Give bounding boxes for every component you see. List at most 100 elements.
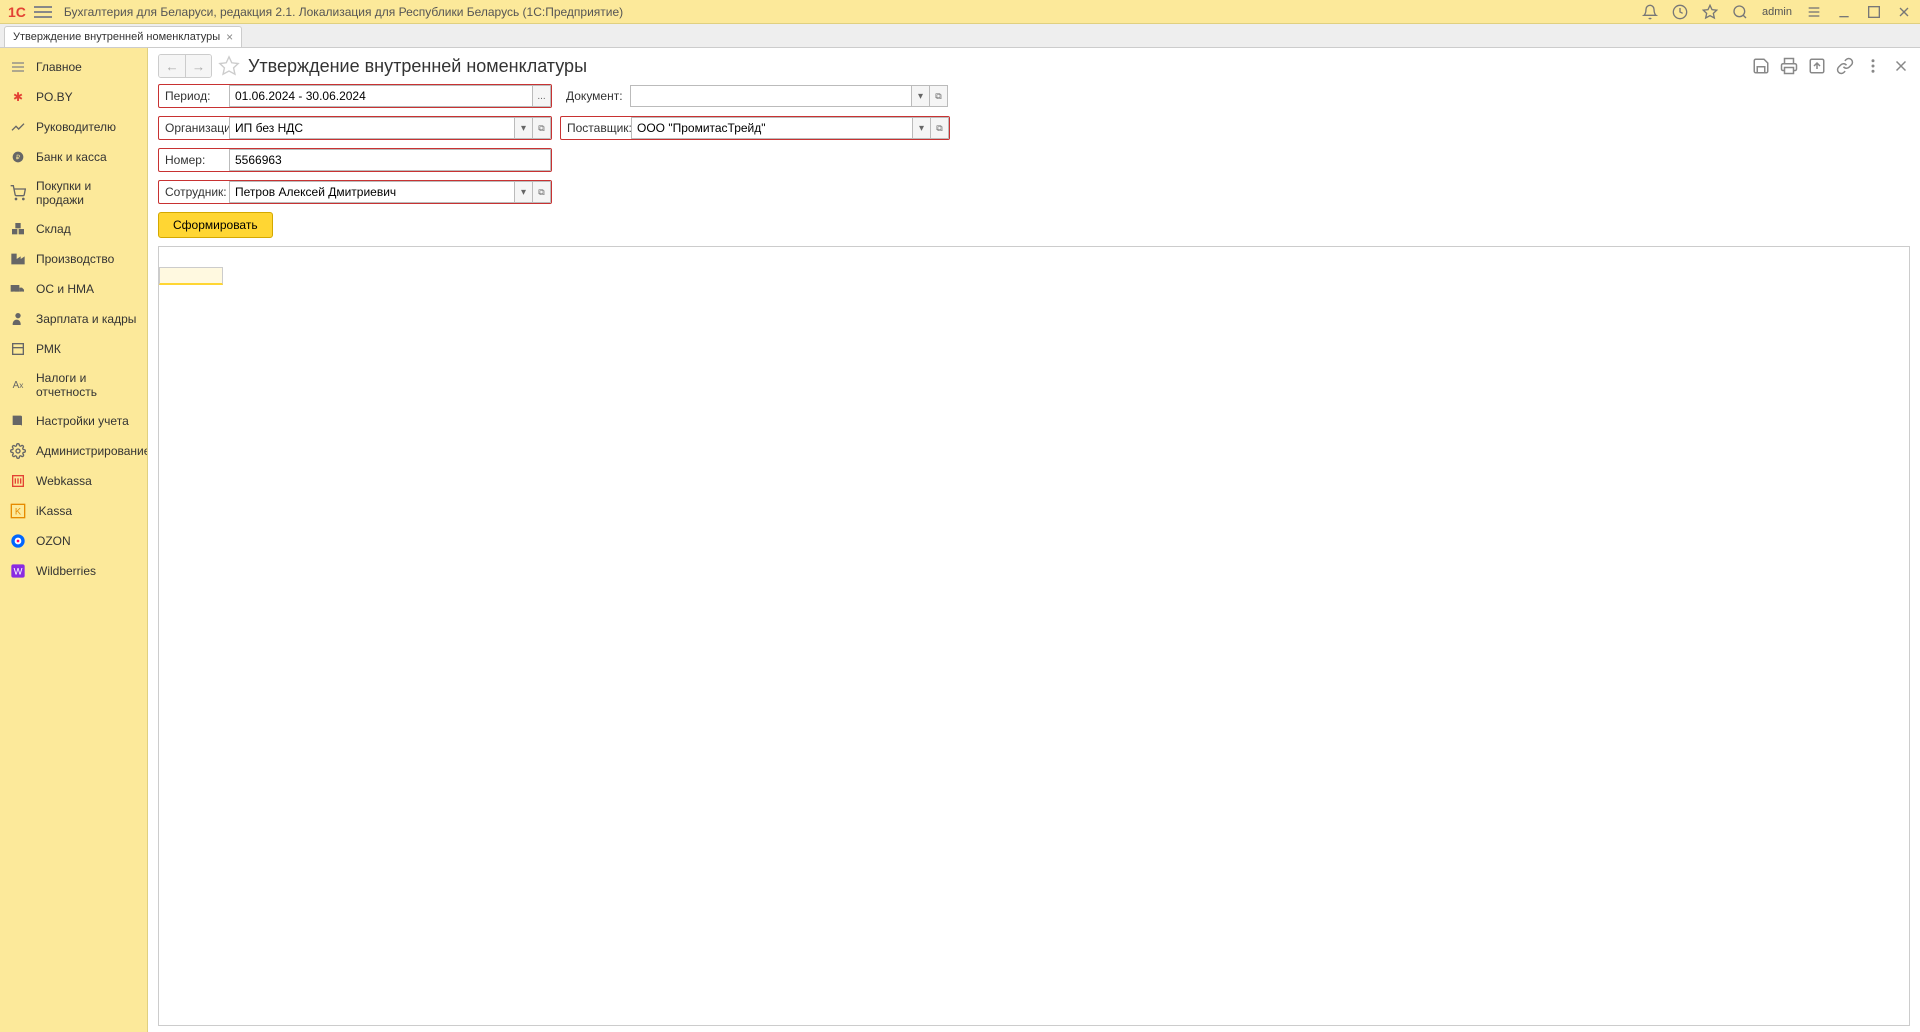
cart-icon	[10, 185, 26, 201]
supplier-input[interactable]	[631, 117, 913, 139]
boxes-icon	[10, 221, 26, 237]
organization-field-group: Организация: ▾ ⧉	[158, 116, 552, 140]
logo-1c: 1C	[8, 4, 26, 20]
person-icon	[10, 311, 26, 327]
report-active-cell[interactable]	[159, 267, 223, 285]
period-label: Период:	[159, 85, 229, 107]
sidebar-item-label: Руководителю	[36, 120, 116, 134]
document-field-group: Документ: ▾ ⧉	[560, 84, 948, 108]
main-content: ← → Утверждение внутренней номенклатуры …	[148, 48, 1920, 1032]
wildberries-icon: W	[10, 563, 26, 579]
user-label[interactable]: admin	[1762, 6, 1792, 18]
sidebar-item-ozon[interactable]: OZON	[0, 526, 147, 556]
sidebar-item-salary[interactable]: Зарплата и кадры	[0, 304, 147, 334]
tab-active[interactable]: Утверждение внутренней номенклатуры ×	[4, 26, 242, 47]
sidebar-item-webkassa[interactable]: Webkassa	[0, 466, 147, 496]
tab-bar: Утверждение внутренней номенклатуры ×	[0, 24, 1920, 48]
sidebar-item-taxes[interactable]: Ax Налоги и отчетность	[0, 364, 147, 406]
close-window-icon[interactable]	[1896, 4, 1912, 20]
sidebar-item-ikassa[interactable]: K iKassa	[0, 496, 147, 526]
sidebar-item-label: Зарплата и кадры	[36, 312, 136, 326]
sidebar-item-label: Настройки учета	[36, 414, 129, 428]
asterisk-icon: ✱	[10, 89, 26, 105]
save-icon[interactable]	[1752, 57, 1770, 75]
sidebar-item-label: Производство	[36, 252, 114, 266]
supplier-open-button[interactable]: ⧉	[931, 117, 949, 139]
sidebar-item-label: iKassa	[36, 504, 72, 518]
sidebar-item-label: Wildberries	[36, 564, 96, 578]
number-field-group: Номер:	[158, 148, 552, 172]
employee-field-group: Сотрудник: ▾ ⧉	[158, 180, 552, 204]
period-picker-button[interactable]: ...	[533, 85, 551, 107]
sidebar-item-assets[interactable]: ОС и НМА	[0, 274, 147, 304]
supplier-field-group: Поставщик: ▾ ⧉	[560, 116, 950, 140]
export-icon[interactable]	[1808, 57, 1826, 75]
organization-open-button[interactable]: ⧉	[533, 117, 551, 139]
employee-input[interactable]	[229, 181, 515, 203]
svg-text:K: K	[15, 506, 22, 516]
nav-forward-button[interactable]: →	[185, 55, 211, 77]
sidebar-item-label: РМК	[36, 342, 61, 356]
organization-dropdown-button[interactable]: ▾	[515, 117, 533, 139]
document-dropdown-button[interactable]: ▾	[912, 85, 930, 107]
minimize-icon[interactable]	[1836, 4, 1852, 20]
main-menu-icon[interactable]	[34, 3, 52, 21]
search-icon[interactable]	[1732, 4, 1748, 20]
document-open-button[interactable]: ⧉	[930, 85, 948, 107]
link-icon[interactable]	[1836, 57, 1854, 75]
settings-icon[interactable]	[1806, 4, 1822, 20]
employee-open-button[interactable]: ⧉	[533, 181, 551, 203]
generate-button[interactable]: Сформировать	[158, 212, 273, 238]
more-icon[interactable]	[1864, 57, 1882, 75]
favorite-star-icon[interactable]	[218, 55, 240, 77]
sidebar-item-label: Банк и касса	[36, 150, 107, 164]
maximize-icon[interactable]	[1866, 4, 1882, 20]
sidebar-item-main[interactable]: Главное	[0, 52, 147, 82]
page-title: Утверждение внутренней номенклатуры	[248, 56, 587, 77]
coin-icon: ₽	[10, 149, 26, 165]
number-label: Номер:	[159, 149, 229, 171]
app-header: 1C Бухгалтерия для Беларуси, редакция 2.…	[0, 0, 1920, 24]
sidebar-item-label: Главное	[36, 60, 82, 74]
tab-close-icon[interactable]: ×	[226, 30, 233, 44]
chart-icon	[10, 119, 26, 135]
report-area[interactable]	[158, 246, 1910, 1026]
supplier-label: Поставщик:	[561, 117, 631, 139]
app-title: Бухгалтерия для Беларуси, редакция 2.1. …	[64, 5, 1642, 19]
close-page-icon[interactable]	[1892, 57, 1910, 75]
bell-icon[interactable]	[1642, 4, 1658, 20]
sidebar-item-production[interactable]: Производство	[0, 244, 147, 274]
sidebar-item-warehouse[interactable]: Склад	[0, 214, 147, 244]
sidebar-item-settings[interactable]: Настройки учета	[0, 406, 147, 436]
period-input[interactable]	[229, 85, 533, 107]
gear-icon	[10, 443, 26, 459]
document-input[interactable]	[630, 85, 912, 107]
sidebar-item-sales[interactable]: Покупки и продажи	[0, 172, 147, 214]
print-icon[interactable]	[1780, 57, 1798, 75]
ikassa-icon: K	[10, 503, 26, 519]
nav-back-button[interactable]: ←	[159, 55, 185, 77]
sidebar-item-label: Склад	[36, 222, 71, 236]
employee-dropdown-button[interactable]: ▾	[515, 181, 533, 203]
star-icon[interactable]	[1702, 4, 1718, 20]
truck-icon	[10, 281, 26, 297]
sidebar-item-label: OZON	[36, 534, 71, 548]
sidebar-item-poby[interactable]: ✱ PO.BY	[0, 82, 147, 112]
sidebar-item-wildberries[interactable]: W Wildberries	[0, 556, 147, 586]
sidebar-item-bank[interactable]: ₽ Банк и касса	[0, 142, 147, 172]
sidebar: Главное ✱ PO.BY Руководителю ₽ Банк и ка…	[0, 48, 148, 1032]
history-icon[interactable]	[1672, 4, 1688, 20]
document-label: Документ:	[560, 85, 630, 107]
period-field-group: Период: ...	[158, 84, 552, 108]
organization-label: Организация:	[159, 117, 229, 139]
organization-input[interactable]	[229, 117, 515, 139]
supplier-dropdown-button[interactable]: ▾	[913, 117, 931, 139]
number-input[interactable]	[229, 149, 551, 171]
sidebar-item-rmk[interactable]: РМК	[0, 334, 147, 364]
sidebar-item-manager[interactable]: Руководителю	[0, 112, 147, 142]
tax-icon: Ax	[10, 377, 26, 393]
register-icon	[10, 341, 26, 357]
sidebar-item-label: Налоги и отчетность	[36, 371, 137, 399]
sidebar-item-admin[interactable]: Администрирование	[0, 436, 147, 466]
tab-label: Утверждение внутренней номенклатуры	[13, 31, 220, 43]
